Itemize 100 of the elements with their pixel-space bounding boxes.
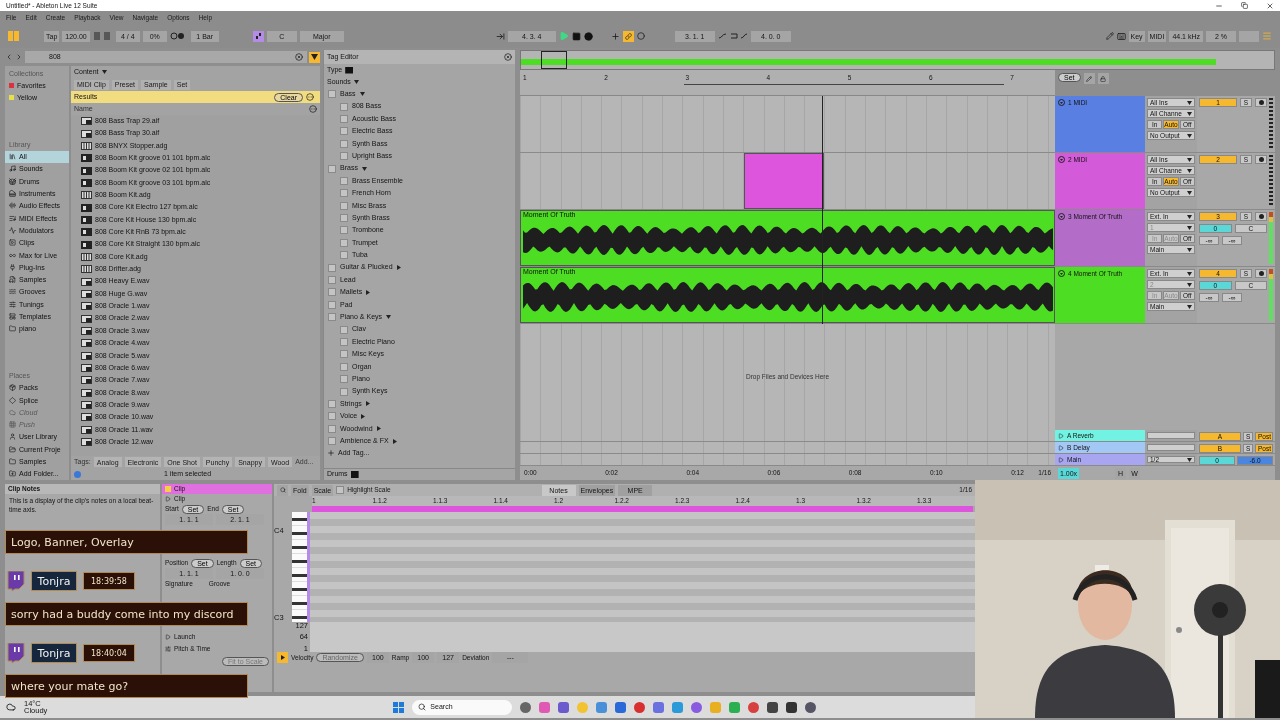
filter-button[interactable] <box>309 51 320 63</box>
overview-bar[interactable] <box>520 50 1275 70</box>
dropdown-caret-icon[interactable] <box>1187 247 1192 252</box>
collapsed-caret-icon[interactable] <box>392 438 397 444</box>
highlight-scale-checkbox[interactable] <box>336 486 345 494</box>
dropdown-caret-icon[interactable] <box>1187 157 1192 162</box>
draw-mode-button[interactable] <box>1083 73 1095 84</box>
tag-checkbox[interactable] <box>340 214 348 223</box>
fold-toggle-icon[interactable] <box>1058 99 1065 106</box>
tag-checkbox[interactable] <box>340 338 348 346</box>
record-icon[interactable] <box>583 31 593 41</box>
taskbar-app-icon[interactable] <box>805 701 817 713</box>
tag-checkbox[interactable] <box>340 114 348 123</box>
collapsed-caret-icon[interactable] <box>376 426 381 432</box>
tag-checkbox[interactable] <box>340 139 348 148</box>
collapsed-caret-icon[interactable] <box>366 289 371 295</box>
scale-mode-icon[interactable] <box>252 30 264 42</box>
tag-checkbox[interactable] <box>340 102 348 111</box>
midi-clip[interactable] <box>744 153 824 209</box>
dropdown-caret-icon[interactable] <box>1187 133 1192 138</box>
dropdown-caret-icon[interactable] <box>1187 190 1192 195</box>
tag-checkbox[interactable] <box>340 176 348 185</box>
taskbar-app-icon[interactable] <box>767 701 779 713</box>
tag-checkbox[interactable] <box>340 189 348 198</box>
tag-checkbox[interactable] <box>328 424 336 433</box>
more-icon[interactable] <box>309 105 317 113</box>
tag-checkbox[interactable] <box>340 152 348 161</box>
dropdown-caret-icon[interactable] <box>1187 214 1192 219</box>
clip-expand-icon[interactable] <box>165 496 171 502</box>
collapsed-caret-icon[interactable] <box>361 413 366 419</box>
tag-checkbox[interactable] <box>328 437 336 446</box>
tag-checkbox[interactable] <box>328 90 336 99</box>
collapsed-caret-icon[interactable] <box>365 401 370 407</box>
fold-toggle-icon[interactable] <box>1058 156 1065 163</box>
tag-checkbox[interactable] <box>340 387 348 396</box>
tag-checkbox[interactable] <box>340 201 348 210</box>
tag-checkbox[interactable] <box>328 288 336 297</box>
dropdown-caret-icon[interactable] <box>1187 168 1192 173</box>
stop-icon[interactable] <box>571 31 581 41</box>
tag-checkbox[interactable] <box>328 300 336 309</box>
expanded-caret-icon[interactable] <box>359 92 365 97</box>
launch-expand-icon[interactable] <box>165 634 171 640</box>
expanded-caret-icon[interactable] <box>386 315 392 320</box>
clear-search-icon[interactable] <box>295 53 303 61</box>
tag-checkbox[interactable] <box>328 164 336 173</box>
sample-file-icon <box>81 327 92 335</box>
arm-button[interactable] <box>1255 98 1267 107</box>
search-button[interactable] <box>277 484 288 496</box>
dropdown-caret-icon[interactable] <box>1187 111 1192 116</box>
pencil-icon[interactable] <box>1105 32 1114 40</box>
tag-checkbox[interactable] <box>340 325 348 334</box>
follow-icon[interactable] <box>495 31 505 41</box>
view-toggle-icon[interactable] <box>8 31 20 41</box>
nudge-icon[interactable] <box>92 32 113 40</box>
arm-button[interactable] <box>1255 269 1267 278</box>
circle-icon[interactable] <box>636 32 645 40</box>
taskbar-app-icon[interactable] <box>786 701 798 713</box>
close-icon[interactable] <box>1266 1 1274 10</box>
tag-checkbox[interactable] <box>340 238 348 247</box>
fold-toggle-icon[interactable] <box>1058 270 1065 277</box>
keyboard-icon[interactable] <box>1116 31 1126 41</box>
taskbar-app-icon[interactable] <box>520 701 532 713</box>
caret-icon[interactable] <box>353 80 359 84</box>
link-button[interactable] <box>622 30 634 42</box>
dropdown-caret-icon[interactable] <box>1187 304 1192 309</box>
tag-checkbox[interactable] <box>340 251 348 260</box>
tag-checkbox[interactable] <box>340 127 348 136</box>
expanded-caret-icon[interactable] <box>361 166 367 171</box>
windows-start-icon[interactable] <box>393 701 405 713</box>
loop-icon[interactable] <box>717 32 748 40</box>
tag-checkbox[interactable] <box>340 226 348 235</box>
tag-checkbox[interactable] <box>340 375 348 384</box>
lock-button[interactable] <box>1097 73 1109 84</box>
caret-icon[interactable] <box>101 70 107 74</box>
tag-checkbox[interactable] <box>328 399 336 408</box>
dropdown-caret-icon[interactable] <box>1187 271 1192 276</box>
tag-checkbox[interactable] <box>328 263 336 272</box>
forward-icon[interactable] <box>15 53 23 61</box>
rack-file-icon <box>81 141 92 150</box>
arm-button[interactable] <box>1255 155 1267 164</box>
tag-checkbox[interactable] <box>328 276 336 285</box>
piano-keyboard[interactable] <box>292 512 310 622</box>
restore-icon[interactable] <box>1241 1 1248 9</box>
sample-file-icon <box>81 364 92 373</box>
collapsed-caret-icon[interactable] <box>396 265 401 271</box>
tag-checkbox[interactable] <box>340 362 348 371</box>
plus-icon[interactable] <box>610 31 620 41</box>
dropdown-caret-icon[interactable] <box>1187 100 1192 105</box>
options-icon[interactable] <box>306 93 314 101</box>
tag-checkbox[interactable] <box>328 412 336 421</box>
fold-toggle-icon[interactable] <box>1058 213 1065 220</box>
tag-checkbox[interactable] <box>340 350 348 359</box>
close-icon[interactable] <box>504 53 512 61</box>
back-icon[interactable] <box>5 53 13 61</box>
tag-checkbox[interactable] <box>328 313 336 322</box>
add-icon[interactable] <box>327 449 335 458</box>
dropdown-caret-icon[interactable] <box>1187 457 1192 462</box>
arm-button[interactable] <box>1255 212 1267 221</box>
sample-file-icon <box>81 339 92 348</box>
velocity-mode-button[interactable] <box>277 652 288 663</box>
